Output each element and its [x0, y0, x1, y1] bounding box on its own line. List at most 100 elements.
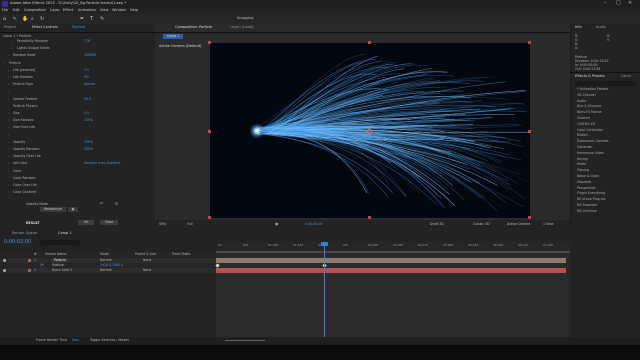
- effects-category-item[interactable]: 3D Channel: [577, 93, 596, 97]
- effect-row-value[interactable]: Sphere: [84, 82, 95, 86]
- effects-category-item[interactable]: RG Universe: [577, 209, 597, 213]
- effects-category-item[interactable]: Expression Controls: [577, 139, 609, 143]
- expand-arrow-icon[interactable]: ›: [8, 112, 9, 115]
- tab-effect-controls-layer[interactable]: Particle: [72, 25, 85, 30]
- clear-button[interactable]: Clear: [100, 220, 118, 225]
- effects-category-item[interactable]: Keying: [577, 157, 588, 161]
- effect-row[interactable]: › Periodicity Random 176: [0, 39, 155, 45]
- quality-dropdown[interactable]: Full: [187, 222, 192, 226]
- composition-viewer[interactable]: ✳: [210, 43, 530, 218]
- orbit-tool-icon[interactable]: ↻: [40, 17, 44, 22]
- layer-parent[interactable]: None: [143, 258, 151, 262]
- text-tool-icon[interactable]: T: [90, 17, 93, 22]
- effect-row-value[interactable]: 0%: [84, 75, 89, 79]
- eye-icon[interactable]: ◉: [68, 207, 78, 212]
- visibility-eye-icon[interactable]: [3, 269, 6, 272]
- effect-row[interactable]: › Size Random 100%: [0, 118, 155, 124]
- timeline-search-field[interactable]: [40, 240, 80, 245]
- playhead[interactable]: [324, 242, 325, 340]
- expand-arrow-icon[interactable]: ›: [8, 104, 9, 108]
- expand-arrow-icon[interactable]: ›: [8, 119, 9, 122]
- effect-row[interactable]: › Life Random 0%: [0, 75, 155, 81]
- expand-arrow-icon[interactable]: ›: [8, 155, 9, 158]
- expand-arrow-icon[interactable]: ›: [12, 40, 13, 43]
- effect-row[interactable]: › Size Over Life: [0, 125, 155, 131]
- visibility-eye-icon[interactable]: [3, 259, 6, 262]
- effect-row-value[interactable]: Random from Gradient: [84, 162, 121, 165]
- tab-effects-presets[interactable]: Effects & Presets: [575, 74, 605, 79]
- expand-arrow-icon[interactable]: ›: [8, 162, 9, 165]
- randomize-button[interactable]: Randomize: [40, 207, 66, 212]
- effect-row-value[interactable]: 100%: [84, 118, 93, 122]
- effect-row-value[interactable]: 4.0: [84, 111, 89, 115]
- effects-category-item[interactable]: CINEMA 4D: [577, 122, 595, 126]
- menu-layer[interactable]: Layer: [50, 8, 60, 13]
- effects-category-item[interactable]: Channel: [577, 116, 590, 120]
- effect-row-value[interactable]: 50.0: [84, 97, 91, 101]
- effect-row[interactable]: › Sphere Feather 50.0: [0, 97, 155, 103]
- effects-category-item[interactable]: Matte: [577, 163, 586, 166]
- effects-category-item[interactable]: * Animation Presets: [577, 87, 608, 91]
- tab-libraries[interactable]: Librar: [621, 74, 631, 79]
- playhead-handle-icon[interactable]: [321, 242, 328, 246]
- layer-label-color[interactable]: [28, 259, 31, 262]
- camera-icon[interactable]: ◉: [275, 222, 279, 226]
- tab-audio[interactable]: Audio: [596, 25, 606, 30]
- menu-view[interactable]: View: [100, 8, 108, 13]
- home-icon[interactable]: ⌂: [3, 17, 6, 22]
- effect-row[interactable]: › Set Color Random from Gradient: [0, 161, 155, 167]
- expand-arrow-icon[interactable]: ›: [12, 47, 13, 50]
- effect-row[interactable]: › Lights Unique Seeds: [0, 46, 155, 52]
- effects-category-item[interactable]: RE:Vision Plug-ins: [577, 197, 605, 201]
- expand-arrow-icon[interactable]: ›: [8, 68, 9, 72]
- expand-arrow-icon[interactable]: ›: [8, 191, 9, 194]
- effects-category-item[interactable]: Missing: [577, 168, 589, 172]
- menu-composition[interactable]: Composition: [24, 8, 46, 13]
- effect-row[interactable]: › Color Gradient: [0, 190, 155, 196]
- expand-arrow-icon[interactable]: ›: [8, 133, 9, 137]
- tab-layer[interactable]: Layer: (none): [230, 25, 253, 30]
- draft-3d-toggle[interactable]: Draft 3D: [430, 222, 444, 226]
- effect-row-value[interactable]: 100000: [84, 54, 96, 57]
- layer-mode[interactable]: Normal: [100, 258, 112, 262]
- viewer-timecode[interactable]: 0:00:00:00: [305, 222, 322, 226]
- effect-row[interactable]: ›: [0, 133, 155, 139]
- expand-arrow-icon[interactable]: ›: [8, 176, 9, 180]
- layer-handle-tl[interactable]: [208, 41, 211, 44]
- effect-row[interactable]: › Particle: [0, 61, 155, 67]
- effect-row[interactable]: › Size 4.0: [0, 111, 155, 117]
- layer-handle-ml[interactable]: [208, 130, 211, 133]
- effect-row[interactable]: › Life [seconds] 3.0: [0, 68, 155, 74]
- expand-arrow-icon[interactable]: ›: [8, 140, 9, 144]
- layer-handle-bl[interactable]: [208, 216, 211, 219]
- expand-arrow-icon[interactable]: ›: [8, 126, 9, 129]
- effect-row[interactable]: › Random Seed 100000: [0, 53, 155, 59]
- expand-arrow-icon[interactable]: ›: [8, 97, 9, 101]
- effect-row[interactable]: › Opacity 100%: [0, 140, 155, 146]
- tab-info[interactable]: Info: [575, 25, 582, 30]
- minimize-icon[interactable]: –: [604, 1, 607, 6]
- toggle-switches-modes[interactable]: Toggle Switches / Modes: [90, 338, 129, 342]
- effect-row[interactable]: › Color: [0, 169, 155, 175]
- zoom-tool-icon[interactable]: ⌕: [31, 17, 34, 22]
- expand-arrow-icon[interactable]: ›: [8, 90, 9, 93]
- track-bar-black-solid[interactable]: [216, 268, 566, 273]
- menu-file[interactable]: File: [2, 8, 8, 13]
- effects-category-item[interactable]: Perspective: [577, 186, 595, 190]
- pen-tool-icon[interactable]: ✒: [80, 17, 84, 22]
- view-camera-dropdown[interactable]: Active Camera: [507, 222, 530, 226]
- tab-project[interactable]: Project: [4, 25, 16, 30]
- stopwatch-icon[interactable]: ◔: [40, 263, 44, 267]
- effect-row[interactable]: › Particle Physics: [0, 104, 155, 110]
- layer-handle-tr[interactable]: [528, 41, 531, 44]
- tab-effect-controls[interactable]: Effect Controls: [32, 25, 58, 30]
- effects-category-item[interactable]: RG Trapcode: [577, 203, 597, 207]
- effect-row-value[interactable]: 176: [84, 39, 90, 43]
- maximize-icon[interactable]: □: [616, 1, 621, 6]
- menu-help[interactable]: Help: [130, 8, 138, 13]
- expand-arrow-icon[interactable]: ›: [8, 76, 9, 79]
- effects-category-item[interactable]: Boris FX Mocha: [577, 110, 601, 114]
- effect-row[interactable]: › Opacity Over Life: [0, 154, 155, 160]
- expand-arrow-icon[interactable]: ›: [8, 54, 9, 57]
- hand-tool-icon[interactable]: ✋: [22, 17, 28, 22]
